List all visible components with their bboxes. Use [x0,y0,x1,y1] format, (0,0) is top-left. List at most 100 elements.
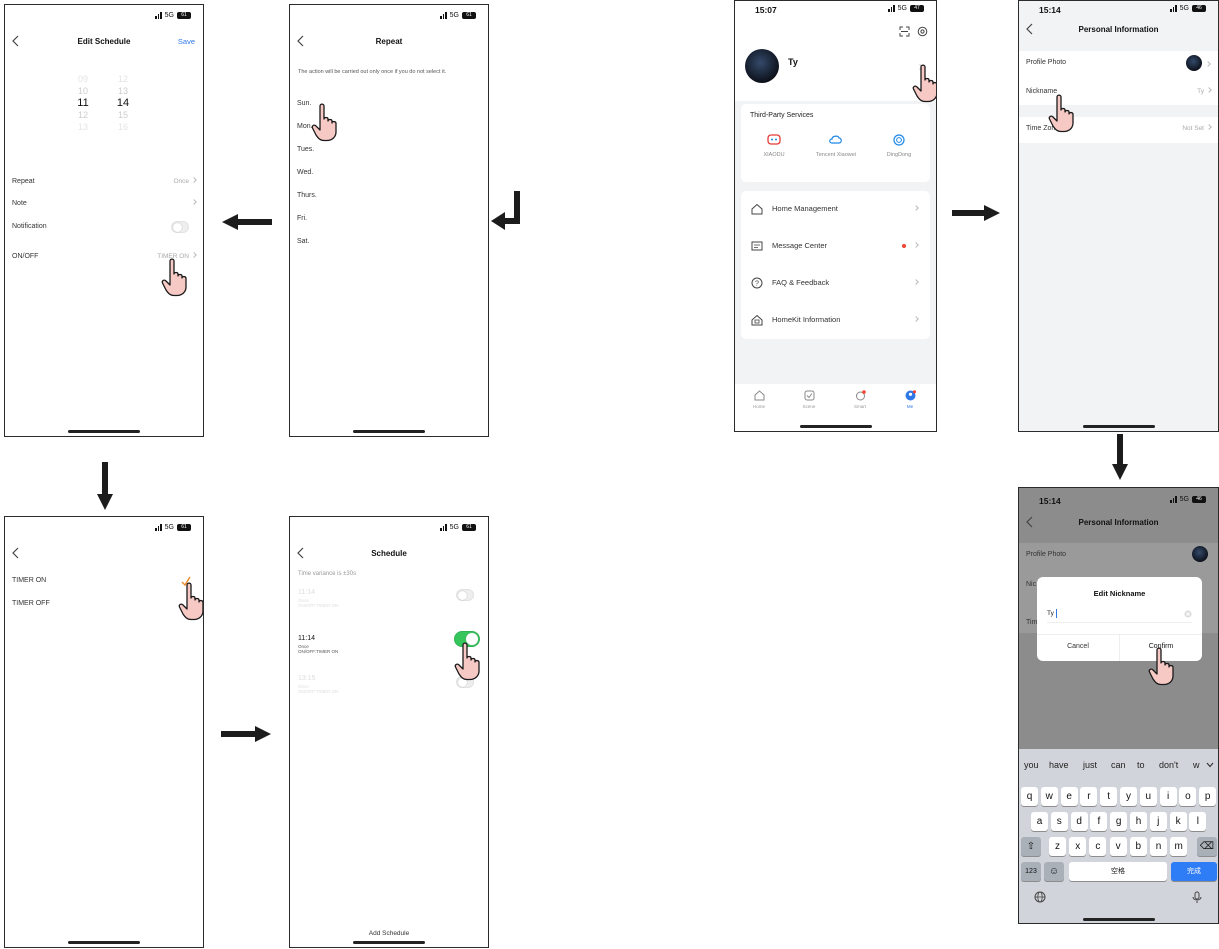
suggestion[interactable]: to [1137,760,1145,770]
key-d[interactable]: d [1070,812,1088,831]
key-z[interactable]: z [1049,837,1066,856]
key-c[interactable]: c [1089,837,1107,856]
menu-item-homekit-information[interactable]: HomeKit Information [741,302,930,339]
key-s[interactable]: s [1050,812,1068,831]
settings-gear-icon[interactable] [917,26,928,37]
notification-toggle[interactable] [171,221,189,233]
add-schedule-button[interactable]: Add Schedule [290,930,488,937]
profile-photo-row[interactable]: Profile Photo [1019,55,1218,72]
backspace-key[interactable]: ⌫ [1197,837,1217,856]
key-r[interactable]: r [1080,787,1098,806]
service-tencent-xiaowei[interactable]: Tencent Xiaowei [811,134,861,158]
unread-dot [902,244,906,248]
key-q[interactable]: q [1021,787,1038,806]
shift-key[interactable]: ⇧ [1021,837,1041,856]
day-label: Sat. [297,238,310,245]
collapse-keyboard-icon[interactable] [1206,762,1214,768]
nickname-value: Ty [1197,88,1204,95]
key-v[interactable]: v [1109,837,1127,856]
done-key[interactable]: 完成 [1171,862,1217,881]
schedule-item[interactable]: 11:14 Once ON/OFF:TIMER ON [290,589,488,619]
key-k[interactable]: k [1169,812,1187,831]
home-indicator [68,941,140,944]
globe-icon[interactable] [1034,891,1046,903]
clear-icon[interactable] [1184,610,1192,618]
microphone-icon[interactable] [1192,891,1202,903]
key-a[interactable]: a [1031,812,1048,831]
hand-pointer-icon [1047,93,1077,133]
status-time: 15:14 [1039,5,1061,15]
avatar[interactable] [745,49,779,83]
day-label: Fri. [297,215,308,222]
tab-scene[interactable]: Scene [789,390,829,409]
key-x[interactable]: x [1069,837,1087,856]
emoji-key[interactable]: ☺ [1044,862,1064,881]
timer-on-option[interactable]: TIMER ON [5,574,203,590]
suggestion[interactable]: have [1049,760,1069,770]
key-o[interactable]: o [1179,787,1197,806]
key-f[interactable]: f [1090,812,1108,831]
hand-pointer-icon [310,102,340,142]
menu-item-faq-feedback[interactable]: ? FAQ & Feedback [741,265,930,302]
key-g[interactable]: g [1110,812,1128,831]
menu-item-home-management[interactable]: Home Management [741,191,930,228]
key-u[interactable]: u [1139,787,1157,806]
back-icon[interactable] [11,547,21,559]
user-name: Ty [788,57,798,67]
suggestion[interactable]: can [1111,760,1126,770]
xiaodu-icon [767,134,781,145]
scan-icon[interactable] [899,26,910,37]
picker-hour: 10 [77,86,88,96]
nickname-input[interactable]: Ty [1047,609,1192,623]
service-xiaodu[interactable]: XIAODU [749,134,799,158]
note-row[interactable]: Note [5,197,203,213]
arrow-right-icon [952,205,1000,221]
key-l[interactable]: l [1189,812,1207,831]
key-n[interactable]: n [1150,837,1167,856]
hand-pointer-icon [911,63,937,103]
minute-picker[interactable]: 12 13 14 15 16 [108,73,138,133]
schedule-toggle[interactable] [456,589,474,601]
scene-tab-icon [804,390,814,401]
key-b[interactable]: b [1129,837,1147,856]
space-key[interactable]: 空格 [1069,862,1167,881]
cancel-button[interactable]: Cancel [1037,643,1119,650]
key-e[interactable]: e [1060,787,1078,806]
tab-me[interactable]: Me [890,390,930,409]
tab-smart[interactable]: Smart [840,390,880,409]
hour-picker[interactable]: 09 10 11 12 13 [68,73,98,133]
key-h[interactable]: h [1130,812,1147,831]
arrow-left-icon [222,214,272,230]
day-row-fri[interactable]: Fri. [290,212,488,228]
battery-icon: 47 [910,5,924,12]
key-p[interactable]: p [1199,787,1217,806]
key-i[interactable]: i [1159,787,1177,806]
day-row-sat[interactable]: Sat. [290,235,488,251]
suggestion[interactable]: just [1083,760,1097,770]
chevron-right-icon [913,242,919,248]
numbers-key[interactable]: 123 [1021,862,1041,881]
day-row-thurs[interactable]: Thurs. [290,189,488,205]
timer-off-option[interactable]: TIMER OFF [5,597,203,613]
key-m[interactable]: m [1170,837,1188,856]
suggestion[interactable]: don't [1159,760,1178,770]
tab-home[interactable]: Home [739,390,779,409]
service-dingdong[interactable]: DingDong [874,134,924,158]
keyboard: you have just can to don't w qwertyuiop … [1019,749,1218,923]
menu-item-message-center[interactable]: Message Center [741,228,930,265]
suggestion[interactable]: w [1193,760,1200,770]
third-party-services-card: Third-Party Services XIAODU Tencent Xiao… [741,104,930,182]
key-y[interactable]: y [1120,787,1137,806]
nav-bar: Personal Information [1019,21,1218,41]
suggestion[interactable]: you [1024,760,1039,770]
repeat-row[interactable]: Repeat Once [5,175,203,191]
save-button[interactable]: Save [178,37,195,46]
nav-bar: Personal Information [1019,514,1218,534]
day-row-tues[interactable]: Tues. [290,143,488,159]
key-t[interactable]: t [1100,787,1118,806]
key-j[interactable]: j [1149,812,1167,831]
key-w[interactable]: w [1040,787,1058,806]
repeat-hint: The action will be carried out only once… [298,69,447,75]
nav-bar: Schedule [290,545,488,565]
day-row-wed[interactable]: Wed. [290,166,488,182]
